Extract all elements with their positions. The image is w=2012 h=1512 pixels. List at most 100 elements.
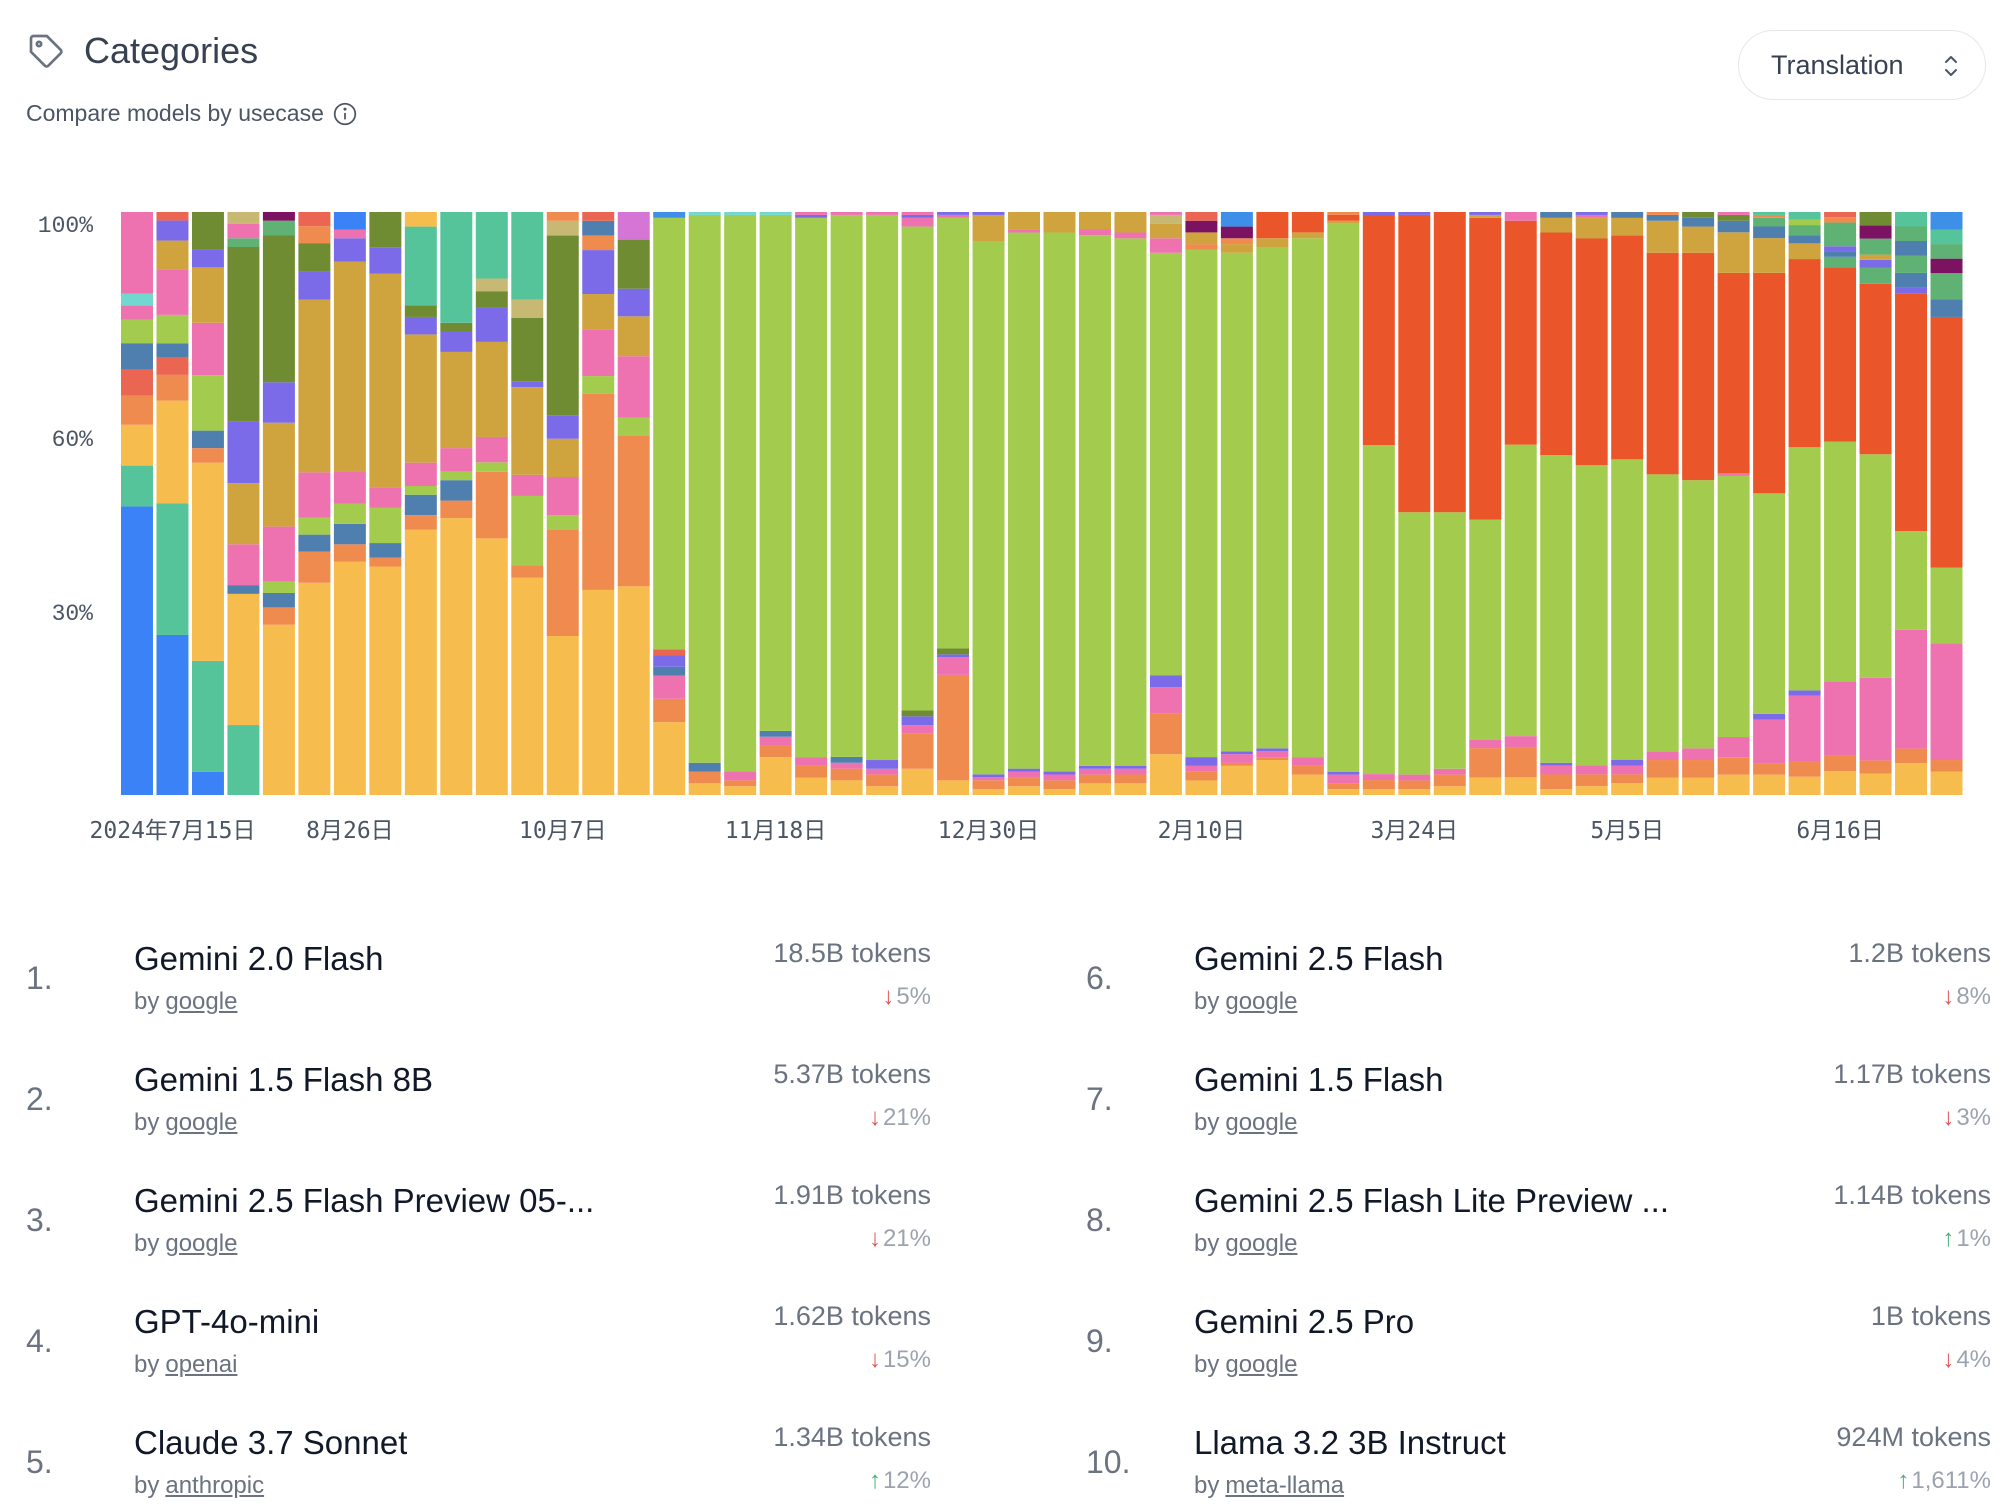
bar-segment[interactable] [759,757,792,795]
bar-segment[interactable] [475,291,508,308]
bar-segment[interactable] [582,376,615,394]
bar-segment[interactable] [1504,777,1537,795]
bar-segment[interactable] [617,417,650,436]
bar-segment[interactable] [1504,736,1537,748]
bar-segment[interactable] [156,212,189,221]
bar-segment[interactable] [972,212,1005,215]
bar-segment[interactable] [1895,212,1928,227]
bar-segment[interactable] [1008,229,1040,233]
bar-segment[interactable] [121,395,153,425]
bar-segment[interactable] [1717,232,1750,273]
bar-segment[interactable] [1788,225,1821,236]
bar-segment[interactable] [972,214,1005,242]
bar-segment[interactable] [1433,212,1466,513]
author-link[interactable]: openai [165,1351,237,1378]
bar-segment[interactable] [1824,246,1857,252]
bar-segment[interactable] [901,716,934,726]
ranking-item[interactable]: 6. Gemini 2.5 Flash by google 1.2B tokens ↓ 8% [1086,938,1991,1059]
bar-segment[interactable] [1398,774,1431,781]
bar-segment[interactable] [298,226,331,244]
bar-segment[interactable] [511,317,544,382]
bar-segment[interactable] [333,238,366,262]
bar-segment[interactable] [1895,748,1928,764]
bar-segment[interactable] [972,789,1005,795]
bar-segment[interactable] [121,293,153,306]
bar-segment[interactable] [1256,238,1289,247]
bar-segment[interactable] [1788,761,1821,777]
bar-segment[interactable] [262,581,295,593]
bar-segment[interactable] [937,212,970,215]
bar-segment[interactable] [511,387,544,475]
bar-segment[interactable] [653,217,686,650]
bar-segment[interactable] [1682,217,1715,227]
bar-segment[interactable] [1788,235,1821,244]
bar-segment[interactable] [688,783,721,795]
bar-segment[interactable] [440,500,473,519]
bar-segment[interactable] [440,212,473,323]
bar-segment[interactable] [333,212,366,230]
bar-segment[interactable] [262,592,295,608]
bar-segment[interactable] [1114,765,1147,769]
bar-segment[interactable] [1717,757,1750,775]
bar-segment[interactable] [901,768,934,795]
bar-segment[interactable] [1114,768,1147,775]
bar-segment[interactable] [1291,774,1324,795]
bar-segment[interactable] [475,436,508,463]
bar-segment[interactable] [972,241,1005,775]
bar-segment[interactable] [1682,212,1715,218]
bar-segment[interactable] [759,214,792,731]
bar-segment[interactable] [404,494,437,516]
bar-segment[interactable] [227,238,260,247]
bar-segment[interactable] [724,786,757,795]
bar-segment[interactable] [333,229,366,239]
bar-segment[interactable] [1469,739,1502,749]
bar-segment[interactable] [1753,713,1786,720]
bar-segment[interactable] [1043,771,1076,775]
bar-segment[interactable] [901,214,934,218]
bar-segment[interactable] [937,657,970,675]
bar-segment[interactable] [156,357,189,375]
bar-segment[interactable] [333,544,366,562]
bar-segment[interactable] [1895,226,1928,242]
bar-segment[interactable] [191,375,224,431]
bar-segment[interactable] [546,235,579,416]
bar-segment[interactable] [1930,212,1963,230]
bar-segment[interactable] [1540,765,1573,775]
bar-segment[interactable] [1859,225,1892,239]
bar-segment[interactable] [440,351,473,449]
bar-segment[interactable] [1788,259,1821,448]
bar-segment[interactable] [937,780,970,795]
bar-segment[interactable] [1682,760,1715,778]
bar-segment[interactable] [1575,765,1608,775]
bar-segment[interactable] [191,660,224,772]
bar-segment[interactable] [1114,774,1147,784]
bar-segment[interactable] [1717,212,1750,215]
bar-segment[interactable] [1824,256,1857,268]
author-link[interactable]: google [1225,1351,1297,1378]
bar-segment[interactable] [369,273,402,488]
bar-segment[interactable] [1575,774,1608,787]
bar-segment[interactable] [1895,272,1928,288]
info-icon[interactable] [332,101,358,127]
ranking-item[interactable]: 5. Claude 3.7 Sonnet by anthropic 1.34B toke… [26,1422,931,1512]
bar-segment[interactable] [511,299,544,318]
bar-segment[interactable] [795,777,828,795]
bar-segment[interactable] [1930,643,1963,761]
bar-segment[interactable] [1291,212,1324,233]
bar-segment[interactable] [1220,238,1253,245]
bar-segment[interactable] [227,212,260,224]
bar-segment[interactable] [262,607,295,625]
bar-segment[interactable] [1469,217,1502,520]
bar-segment[interactable] [1895,531,1928,630]
bar-segment[interactable] [1717,220,1750,233]
bar-segment[interactable] [1291,765,1324,775]
bar-segment[interactable] [191,212,224,250]
bar-segment[interactable] [227,725,260,795]
bar-segment[interactable] [298,534,331,552]
bar-segment[interactable] [1185,765,1218,772]
bar-segment[interactable] [1469,748,1502,778]
author-link[interactable]: google [165,1230,237,1257]
bar-segment[interactable] [1220,765,1253,795]
bar-segment[interactable] [1185,757,1218,766]
bar-segment[interactable] [1824,755,1857,772]
